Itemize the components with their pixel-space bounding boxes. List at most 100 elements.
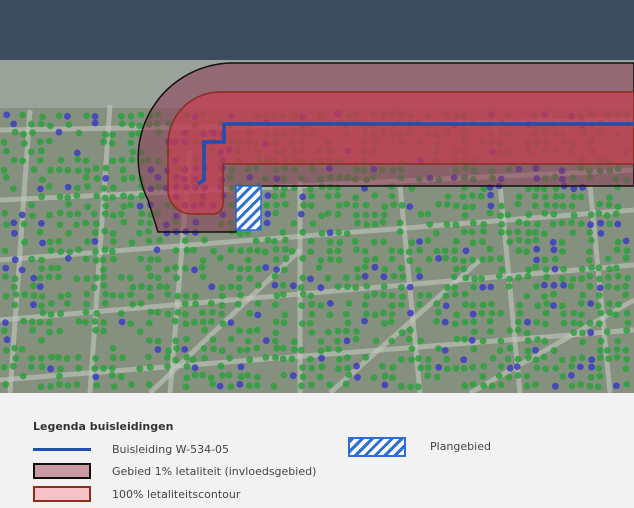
tree-marker <box>335 365 342 373</box>
tree-marker <box>138 210 146 218</box>
tree-marker <box>371 192 379 199</box>
tree-marker <box>596 346 604 354</box>
tree-marker <box>90 210 98 218</box>
tree-marker <box>191 266 198 274</box>
tree-marker <box>534 302 542 310</box>
tree-marker <box>361 247 369 255</box>
tree-marker <box>64 255 72 262</box>
tree-marker <box>541 193 549 201</box>
tree-marker <box>576 363 584 371</box>
tree-marker <box>469 239 477 247</box>
tree-marker <box>282 255 290 263</box>
tree-marker <box>442 254 449 262</box>
tree-marker <box>624 319 632 327</box>
tree-marker <box>342 380 350 388</box>
tree-marker <box>516 301 524 309</box>
tree-marker <box>469 363 477 371</box>
tree-marker <box>117 210 125 218</box>
tree-marker <box>531 202 539 210</box>
tree-marker <box>559 275 566 283</box>
tree-marker <box>243 346 251 354</box>
tree-marker <box>38 147 45 155</box>
tree-marker <box>486 209 494 217</box>
tree-marker <box>75 364 83 372</box>
tree-marker <box>433 318 440 325</box>
tree-marker <box>361 301 369 309</box>
plan-area[interactable] <box>235 185 262 231</box>
tree-marker <box>478 309 486 317</box>
tree-marker <box>612 311 620 319</box>
tree-marker <box>569 275 577 283</box>
tree-marker <box>613 346 621 353</box>
tree-marker <box>145 319 153 327</box>
tree-marker <box>471 275 479 283</box>
tree-marker <box>524 272 532 280</box>
tree-marker <box>568 372 575 379</box>
tree-marker <box>118 156 126 164</box>
tree-marker <box>128 156 136 164</box>
map-view[interactable] <box>0 0 634 393</box>
tree-marker <box>174 292 182 300</box>
tree-marker <box>558 193 566 200</box>
map-canvas[interactable] <box>0 0 634 393</box>
tree-marker <box>415 383 422 391</box>
tree-marker <box>91 318 99 325</box>
legend-label-influence: Gebied 1% letaliteit (invloedsgebied) <box>112 465 317 478</box>
tree-marker <box>531 193 539 200</box>
tree-marker <box>416 246 423 254</box>
tree-marker <box>606 265 613 273</box>
tree-marker <box>55 128 63 136</box>
tree-marker <box>2 264 10 272</box>
tree-marker <box>399 273 407 281</box>
tree-marker <box>388 192 396 200</box>
tree-marker <box>0 166 8 174</box>
tree-marker <box>120 218 127 226</box>
tree-marker <box>327 238 334 246</box>
tree-marker <box>83 300 90 308</box>
tree-marker <box>20 130 27 138</box>
tree-marker <box>552 202 559 210</box>
tree-marker <box>11 344 19 352</box>
tree-marker <box>570 193 578 201</box>
influence-zone-symbol <box>33 463 91 479</box>
tree-marker <box>549 220 557 228</box>
tree-marker <box>524 318 531 326</box>
tree-marker <box>82 219 90 227</box>
tree-marker <box>532 346 539 354</box>
tree-marker <box>127 112 135 120</box>
tree-marker <box>371 255 379 263</box>
tree-marker <box>613 246 621 254</box>
tree-marker <box>308 364 316 372</box>
tree-marker <box>435 201 443 208</box>
tree-marker <box>623 380 631 388</box>
tree-marker <box>299 290 307 298</box>
tree-marker <box>183 363 191 370</box>
tree-marker <box>363 310 370 318</box>
tree-marker <box>270 383 278 390</box>
tree-marker <box>345 300 353 307</box>
tree-marker <box>75 167 82 175</box>
tree-marker <box>324 274 332 282</box>
tree-marker <box>460 265 468 273</box>
tree-marker <box>534 220 541 228</box>
tree-marker <box>110 354 117 362</box>
tree-marker <box>552 193 560 200</box>
tree-marker <box>612 210 620 218</box>
tree-marker <box>586 282 594 290</box>
tree-marker <box>128 121 136 129</box>
tree-marker <box>344 319 352 327</box>
tree-marker <box>388 311 396 318</box>
tree-marker <box>514 318 522 326</box>
lethality-contour-symbol <box>33 486 91 502</box>
tree-marker <box>183 246 191 254</box>
tree-marker <box>460 356 468 364</box>
tree-marker <box>173 274 180 282</box>
tree-marker <box>326 311 334 319</box>
tree-marker <box>64 300 71 307</box>
tree-marker <box>21 291 29 298</box>
tree-marker <box>290 220 298 227</box>
tree-marker <box>101 210 109 218</box>
tree-marker <box>2 173 10 181</box>
tree-marker <box>252 237 260 245</box>
tree-marker <box>550 246 558 254</box>
